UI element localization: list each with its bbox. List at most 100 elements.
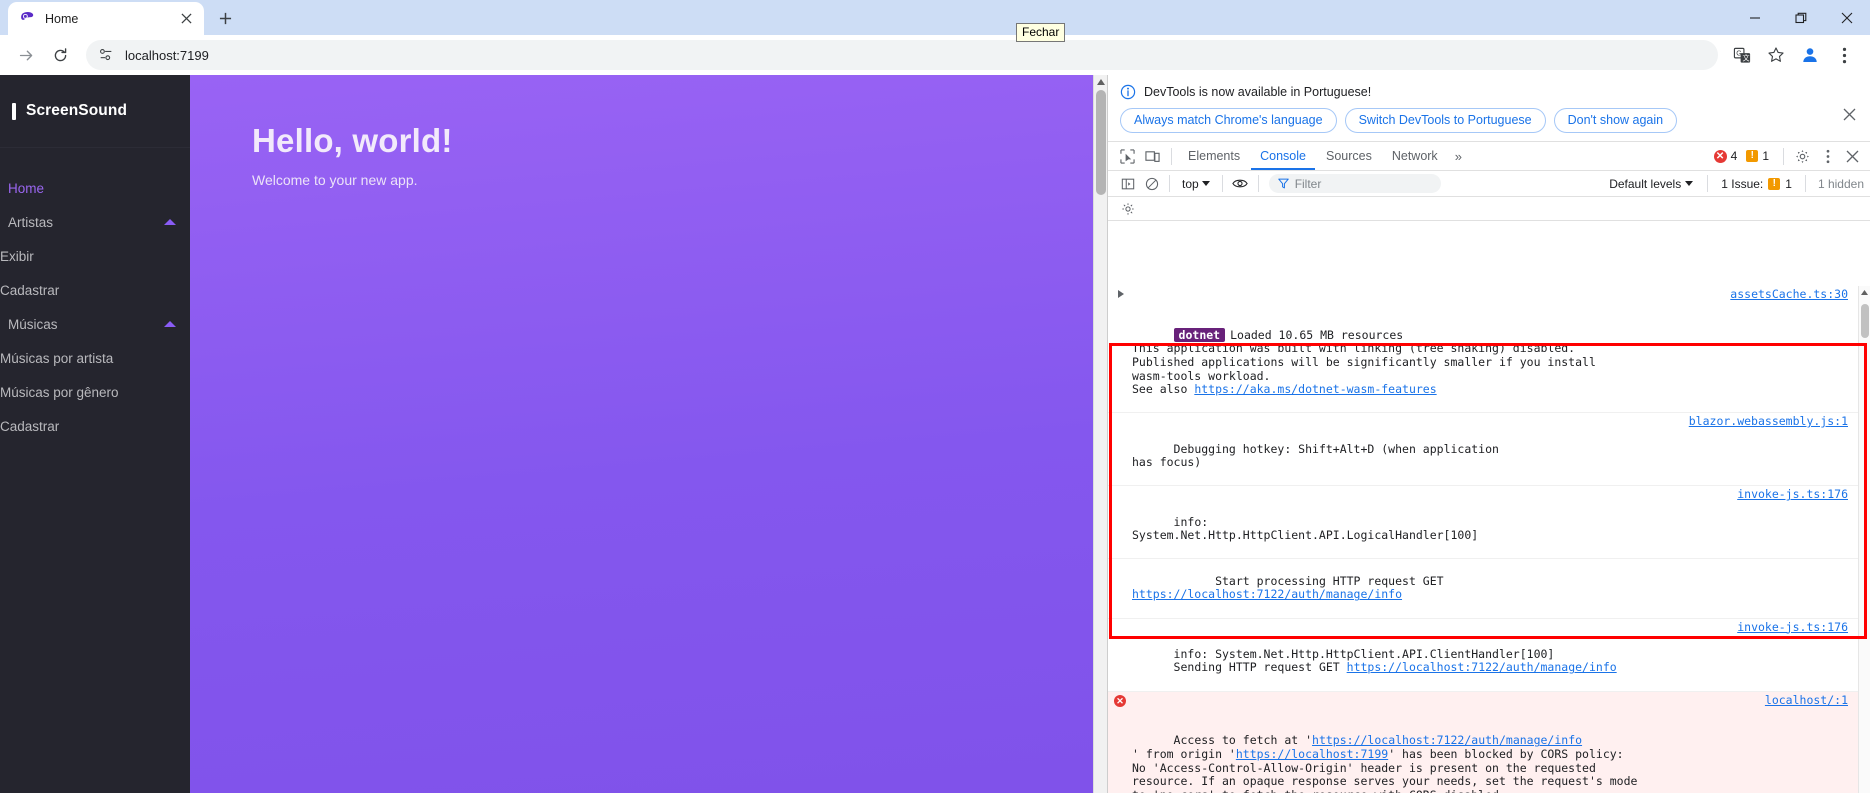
issues-label: 1 Issue: <box>1721 176 1764 191</box>
account-avatar-icon[interactable] <box>1794 39 1826 71</box>
window-controls <box>1732 0 1870 35</box>
source-link[interactable]: assetsCache.ts:30 <box>1730 287 1848 302</box>
console-error-cors[interactable]: ✕ localhost/:1 Access to fetch at 'https… <box>1108 691 1870 793</box>
site-settings-icon[interactable] <box>98 47 114 63</box>
new-tab-button[interactable] <box>211 4 239 32</box>
chevron-up-icon <box>164 321 176 327</box>
info-icon <box>1120 84 1136 100</box>
sidebar-item-artistas[interactable]: Artistas <box>0 205 190 239</box>
dotnet-tag: dotnet <box>1173 327 1226 342</box>
warning-count: 1 <box>1762 149 1769 163</box>
maximize-icon[interactable] <box>1778 0 1824 35</box>
banner-close-icon[interactable] <box>1838 103 1860 125</box>
execution-context-selector[interactable]: top <box>1176 177 1216 191</box>
message-text: info: <box>1173 514 1209 529</box>
chevron-down-icon <box>1201 181 1210 186</box>
issues-counter[interactable]: 1 Issue: ! 1 <box>1714 177 1799 191</box>
blazor-logo-icon <box>21 11 34 20</box>
page-title: Hello, world! <box>252 122 453 159</box>
address-bar[interactable]: localhost:7199 <box>86 40 1718 70</box>
console-message-debug-hotkey[interactable]: blazor.webassembly.js:1 Debugging hotkey… <box>1108 413 1870 487</box>
execution-context-value: top <box>1182 176 1199 191</box>
switch-devtools-to-portuguese-button[interactable]: Switch DevTools to Portuguese <box>1344 108 1546 133</box>
sidebar-item-label: Exibir <box>0 248 34 264</box>
minimize-icon[interactable] <box>1732 0 1778 35</box>
console-sidebar-icon[interactable] <box>1116 172 1139 195</box>
blocked-url-link[interactable]: https://localhost:7122/auth/manage/info <box>1312 733 1582 748</box>
browser-tab[interactable]: Home <box>8 2 204 35</box>
svg-text:文: 文 <box>1742 53 1749 62</box>
console-filter-bar: top Filter Default levels 1 Issue: ! 1 1… <box>1108 171 1870 197</box>
console-message-dotnet[interactable]: assetsCache.ts:30 dotnet Loaded 10.65 MB … <box>1108 286 1870 414</box>
error-count-badge[interactable]: ✕ 4 <box>1713 149 1737 163</box>
sidebar-item-label: Músicas <box>8 316 58 332</box>
message-text-2: Sending HTTP request GET <box>1132 660 1347 675</box>
tooltip-close: Fechar <box>1016 23 1066 42</box>
always-match-chrome-language-button[interactable]: Always match Chrome's language <box>1120 108 1337 133</box>
app-brand[interactable]: ScreenSound <box>0 75 190 148</box>
three-dot-menu-icon[interactable] <box>1816 145 1839 168</box>
scrollbar-thumb[interactable] <box>1096 90 1106 195</box>
expand-triangle-icon[interactable] <box>1118 290 1124 298</box>
tab-sources[interactable]: Sources <box>1317 142 1381 170</box>
sidebar-item-musicas[interactable]: Músicas <box>0 307 190 341</box>
clear-console-icon[interactable] <box>1140 172 1163 195</box>
source-link[interactable]: localhost/:1 <box>1765 693 1848 708</box>
source-link[interactable]: blazor.webassembly.js:1 <box>1689 415 1848 429</box>
brand-name: ScreenSound <box>26 102 128 119</box>
console-message-start-processing[interactable]: Start processing HTTP request GET https:/… <box>1108 559 1870 619</box>
sidebar-item-cadastrar-musica[interactable]: Cadastrar <box>0 409 190 443</box>
divider <box>1783 147 1784 165</box>
request-url-link[interactable]: https://localhost:7122/auth/manage/info <box>1132 587 1402 602</box>
wasm-features-link[interactable]: https://aka.ms/dotnet-wasm-features <box>1194 382 1436 396</box>
sidebar-item-label: Home <box>8 180 45 196</box>
tab-network[interactable]: Network <box>1383 142 1447 170</box>
close-icon[interactable] <box>176 9 196 29</box>
source-link[interactable]: invoke-js.ts:176 <box>1737 488 1848 502</box>
live-expression-icon[interactable] <box>1229 172 1252 195</box>
sidebar-item-musicas-por-artista[interactable]: Músicas por artista <box>0 341 190 375</box>
scrollbar-thumb[interactable] <box>1861 304 1869 338</box>
reload-icon[interactable] <box>44 39 76 71</box>
dont-show-again-button[interactable]: Don't show again <box>1553 108 1678 133</box>
tab-elements[interactable]: Elements <box>1179 142 1249 170</box>
sidebar-item-musicas-por-genero[interactable]: Músicas por gênero <box>0 375 190 409</box>
sidebar-item-home[interactable]: Home <box>0 171 190 205</box>
chevron-double-right-icon[interactable]: » <box>1449 149 1468 164</box>
sidebar-item-label: Cadastrar <box>0 418 60 434</box>
inspect-element-icon[interactable] <box>1116 145 1139 168</box>
page-scrollbar[interactable] <box>1093 75 1107 793</box>
console-message-sending-request[interactable]: invoke-js.ts:176 info: System.Net.Http.H… <box>1108 619 1870 692</box>
error-icon: ✕ <box>1114 694 1126 707</box>
divider <box>1221 175 1223 192</box>
scroll-up-icon[interactable] <box>1859 286 1870 299</box>
devtools-close-icon[interactable] <box>1841 145 1864 168</box>
console-message-info-logical-handler[interactable]: invoke-js.ts:176 info: System.Net.Http.Ht… <box>1108 486 1870 560</box>
log-levels-selector[interactable]: Default levels <box>1601 177 1701 191</box>
star-icon[interactable] <box>1760 39 1792 71</box>
tab-console[interactable]: Console <box>1251 142 1315 170</box>
sidebar-item-cadastrar-artista[interactable]: Cadastrar <box>0 273 190 307</box>
translate-icon[interactable]: G 文 <box>1726 39 1758 71</box>
scroll-up-icon[interactable] <box>1094 75 1107 89</box>
console-filter-input[interactable]: Filter <box>1268 174 1441 193</box>
sidebar-item-exibir[interactable]: Exibir <box>0 239 190 273</box>
device-toolbar-icon[interactable] <box>1141 145 1164 168</box>
message-headline: Loaded 10.65 MB resources <box>1230 327 1404 342</box>
issues-count: 1 <box>1785 176 1792 191</box>
gear-icon[interactable] <box>1116 197 1139 220</box>
origin-url-link[interactable]: https://localhost:7199 <box>1236 747 1388 761</box>
warning-count-badge[interactable]: ! 1 <box>1746 149 1769 163</box>
window-close-icon[interactable] <box>1824 0 1870 35</box>
source-link[interactable]: invoke-js.ts:176 <box>1737 620 1848 635</box>
arrow-forward-icon[interactable] <box>10 39 42 71</box>
page-subtitle: Welcome to your new app. <box>252 172 418 188</box>
log-levels-value: Default levels <box>1609 176 1682 191</box>
console-log[interactable]: assetsCache.ts:30 dotnet Loaded 10.65 MB … <box>1108 286 1870 793</box>
three-dot-menu-icon[interactable] <box>1828 39 1860 71</box>
gear-icon[interactable] <box>1791 145 1814 168</box>
message-text-2: has focus) <box>1132 455 1202 470</box>
console-scrollbar[interactable] <box>1858 286 1870 793</box>
request-url-link[interactable]: https://localhost:7122/auth/manage/info <box>1347 660 1617 675</box>
warning-icon: ! <box>1768 177 1781 190</box>
